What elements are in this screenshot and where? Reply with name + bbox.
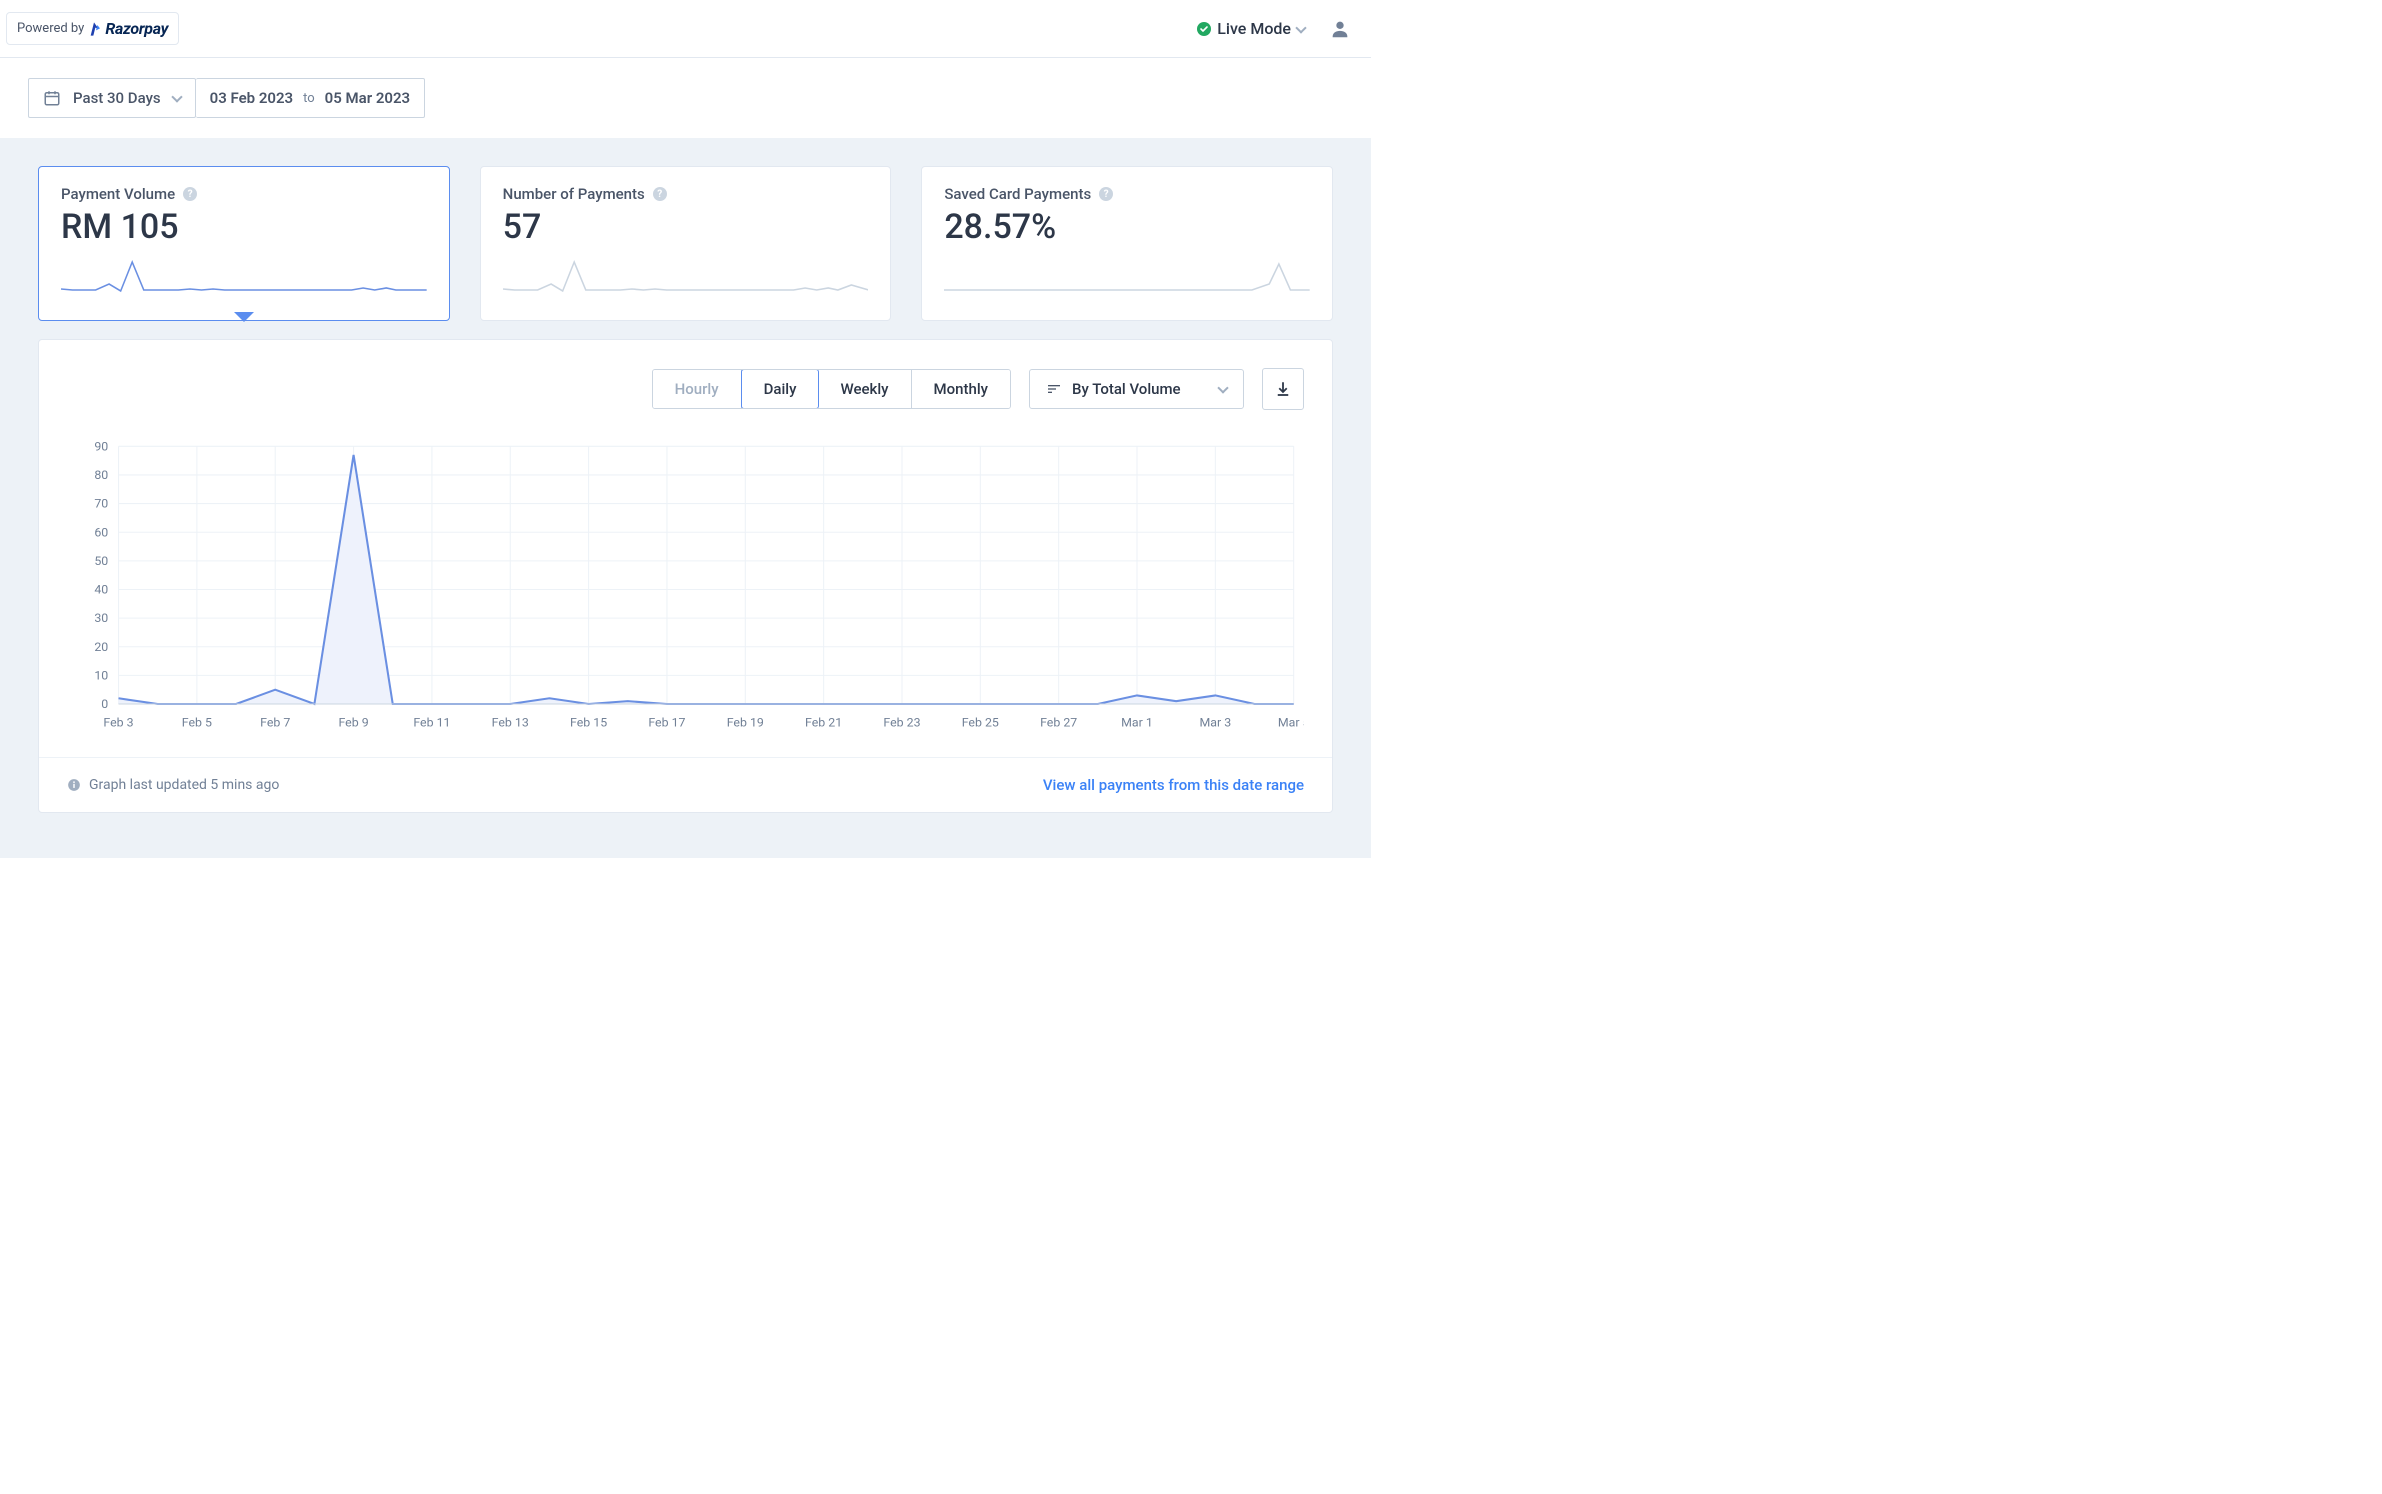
card-saved-card-payments[interactable]: Saved Card Payments ? 28.57% [921,166,1333,321]
check-circle-icon [1197,22,1211,36]
svg-text:70: 70 [94,498,108,512]
svg-text:30: 30 [94,612,108,626]
card-value: RM 105 [61,207,427,247]
tab-weekly[interactable]: Weekly [818,370,911,408]
card-label: Payment Volume [61,185,175,203]
date-start: 03 Feb 2023 [210,89,293,107]
svg-text:Feb 13: Feb 13 [492,717,529,731]
view-all-link[interactable]: View all payments from this date range [1043,776,1304,794]
date-preset-label: Past 30 Days [73,89,161,107]
stat-cards-row: Payment Volume ? RM 105 Number of Paymen… [38,166,1333,321]
tab-monthly[interactable]: Monthly [912,370,1010,408]
content-area: Payment Volume ? RM 105 Number of Paymen… [0,138,1371,858]
svg-text:Mar 5: Mar 5 [1278,717,1304,731]
svg-text:Feb 3: Feb 3 [103,717,133,731]
svg-text:Feb 21: Feb 21 [805,717,842,731]
tab-hourly: Hourly [653,370,742,408]
chart-footer: Graph last updated 5 mins ago View all p… [39,757,1332,812]
date-end: 05 Mar 2023 [325,89,410,107]
card-value: 57 [503,207,869,247]
svg-text:50: 50 [94,555,108,569]
chevron-down-icon [1295,22,1306,33]
help-icon[interactable]: ? [1099,187,1113,201]
sparkline-number-payments [503,259,869,299]
card-payment-volume[interactable]: Payment Volume ? RM 105 [38,166,450,321]
sort-dropdown[interactable]: By Total Volume [1029,369,1244,409]
svg-text:Mar 3: Mar 3 [1199,717,1231,731]
card-value: 28.57% [944,207,1310,247]
svg-text:90: 90 [94,440,108,454]
svg-text:Feb 17: Feb 17 [648,717,685,731]
powered-by-prefix: Powered by [17,21,84,36]
powered-by-badge[interactable]: Powered by Razorpay [6,12,179,45]
tab-daily[interactable]: Daily [741,369,820,409]
svg-text:Mar 1: Mar 1 [1121,717,1153,731]
svg-text:20: 20 [94,641,108,655]
interval-tab-group: Hourly Daily Weekly Monthly [652,369,1011,409]
date-preset-dropdown[interactable]: Past 30 Days [28,78,196,118]
card-number-payments[interactable]: Number of Payments ? 57 [480,166,892,321]
sparkline-saved-card [944,259,1310,299]
svg-text:40: 40 [94,584,108,598]
svg-text:80: 80 [94,469,108,483]
svg-text:Feb 9: Feb 9 [338,717,368,731]
help-icon[interactable]: ? [183,187,197,201]
svg-text:0: 0 [101,698,108,712]
svg-text:Feb 19: Feb 19 [727,717,764,731]
svg-text:Feb 27: Feb 27 [1040,717,1077,731]
card-label: Saved Card Payments [944,185,1091,203]
topbar-right: Live Mode [1197,18,1351,40]
razorpay-logo: Razorpay [88,19,168,38]
card-label: Number of Payments [503,185,645,203]
svg-text:Feb 5: Feb 5 [182,717,212,731]
topbar: Powered by Razorpay Live Mode [0,0,1371,58]
sparkline-payment-volume [61,259,427,299]
download-button[interactable] [1262,368,1304,410]
svg-text:Feb 23: Feb 23 [883,717,920,731]
info-icon [67,778,81,792]
updated-text: Graph last updated 5 mins ago [89,777,279,793]
chevron-down-icon [1217,382,1228,393]
payment-volume-chart: 0 10 20 30 40 50 60 70 80 90 Feb 3 Feb 5 Feb 7 Feb 9 F… [67,436,1304,745]
svg-text:10: 10 [94,670,108,684]
date-range-display[interactable]: 03 Feb 2023 to 05 Mar 2023 [196,78,425,118]
chart-body: 0 10 20 30 40 50 60 70 80 90 Feb 3 Feb 5 Feb 7 Feb 9 F… [39,418,1332,757]
svg-text:Feb 7: Feb 7 [260,717,290,731]
svg-text:Feb 25: Feb 25 [962,717,999,731]
date-to-label: to [303,91,315,106]
date-bar: Past 30 Days 03 Feb 2023 to 05 Mar 2023 [0,58,1371,138]
chevron-down-icon [171,91,182,102]
live-mode-label: Live Mode [1217,19,1291,38]
calendar-icon [43,89,61,107]
chart-card: Hourly Daily Weekly Monthly By Total Vol… [38,339,1333,813]
svg-text:Feb 11: Feb 11 [413,717,450,731]
profile-icon[interactable] [1329,18,1351,40]
svg-text:Feb 15: Feb 15 [570,717,607,731]
sort-label: By Total Volume [1072,380,1209,398]
sort-icon [1046,381,1062,397]
live-mode-toggle[interactable]: Live Mode [1197,19,1305,38]
help-icon[interactable]: ? [653,187,667,201]
svg-text:60: 60 [94,526,108,540]
